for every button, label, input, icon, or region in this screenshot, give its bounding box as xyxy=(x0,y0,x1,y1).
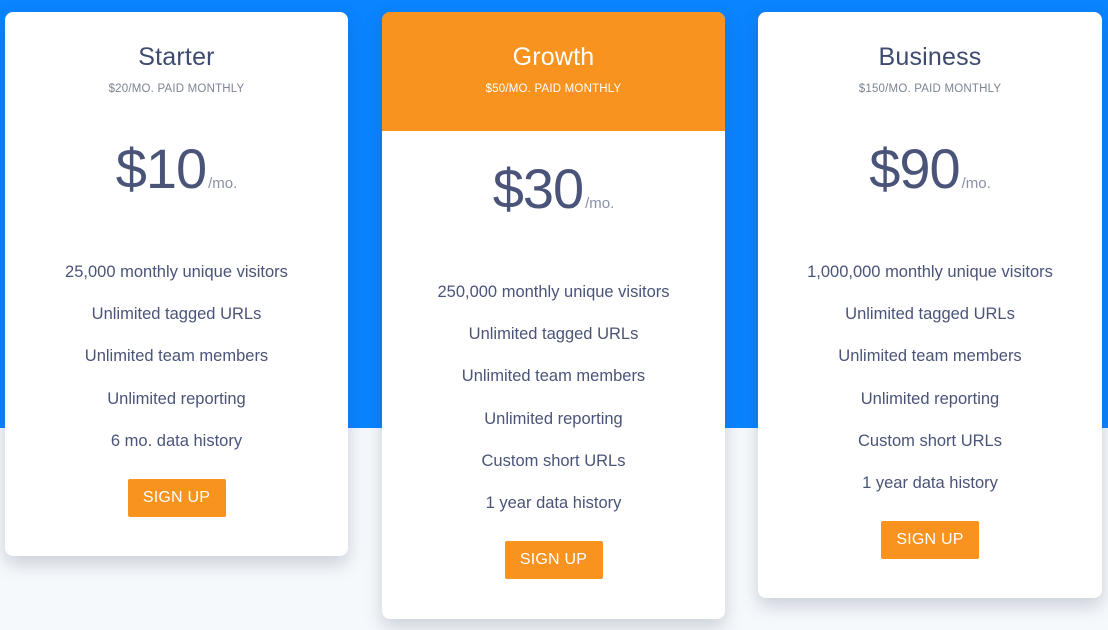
feature-item: 6 mo. data history xyxy=(110,431,243,450)
plan-name: Growth xyxy=(512,43,595,71)
feature-item: Custom short URLs xyxy=(481,451,626,470)
plan-billing-note: $20/MO. PAID MONTHLY xyxy=(108,83,245,95)
sign-up-button-growth[interactable]: SIGN UP xyxy=(504,541,603,580)
price-period: /mo. xyxy=(961,175,991,192)
plan-price: $10 xyxy=(115,137,207,200)
feature-item: Unlimited tagged URLs xyxy=(91,305,262,324)
card-header-featured: Growth $50/MO. PAID MONTHLY xyxy=(382,12,725,131)
plan-billing-note: $50/MO. PAID MONTHLY xyxy=(485,83,622,95)
plan-name: Business xyxy=(878,43,982,71)
pricing-card-starter: Starter $20/MO. PAID MONTHLY $10 /mo. 25… xyxy=(5,12,348,556)
card-header: Starter $20/MO. PAID MONTHLY xyxy=(5,12,348,131)
pricing-card-growth: Growth $50/MO. PAID MONTHLY $30 /mo. 250… xyxy=(382,12,725,619)
price-row: $90 /mo. xyxy=(758,136,1102,202)
feature-item: Unlimited reporting xyxy=(484,409,623,428)
feature-item: Unlimited tagged URLs xyxy=(845,305,1015,324)
price-row: $30 /mo. xyxy=(382,156,725,222)
plan-price: $90 xyxy=(869,137,960,200)
plan-price: $30 xyxy=(492,157,584,220)
feature-list: 1,000,000 monthly unique visitors Unlimi… xyxy=(758,262,1102,515)
feature-item: Unlimited team members xyxy=(461,367,646,386)
plan-billing-note: $150/MO. PAID MONTHLY xyxy=(858,83,1002,95)
feature-item: Unlimited team members xyxy=(84,347,269,366)
feature-item: 1,000,000 monthly unique visitors xyxy=(807,263,1053,281)
feature-item: Unlimited team members xyxy=(838,347,1022,366)
feature-item: Unlimited reporting xyxy=(107,389,246,408)
price-row: $10 /mo. xyxy=(5,136,348,202)
card-header: Business $150/MO. PAID MONTHLY xyxy=(758,12,1102,131)
feature-item: 1 year data history xyxy=(485,493,622,512)
feature-item: Unlimited reporting xyxy=(860,389,1000,408)
feature-item: Unlimited tagged URLs xyxy=(468,325,639,344)
feature-list: 25,000 monthly unique visitors Unlimited… xyxy=(5,262,348,473)
feature-item: 1 year data history xyxy=(862,473,998,492)
pricing-card-business: Business $150/MO. PAID MONTHLY $90 /mo. … xyxy=(758,12,1102,598)
feature-list: 250,000 monthly unique visitors Unlimite… xyxy=(382,282,725,535)
feature-item: Custom short URLs xyxy=(858,431,1002,450)
plan-name: Starter xyxy=(138,43,215,71)
price-period: /mo. xyxy=(208,175,238,192)
price-period: /mo. xyxy=(585,195,615,212)
sign-up-button-business[interactable]: SIGN UP xyxy=(881,521,979,560)
feature-item: 250,000 monthly unique visitors xyxy=(437,283,670,301)
sign-up-button-starter[interactable]: SIGN UP xyxy=(127,478,226,517)
feature-item: 25,000 monthly unique visitors xyxy=(65,263,288,281)
